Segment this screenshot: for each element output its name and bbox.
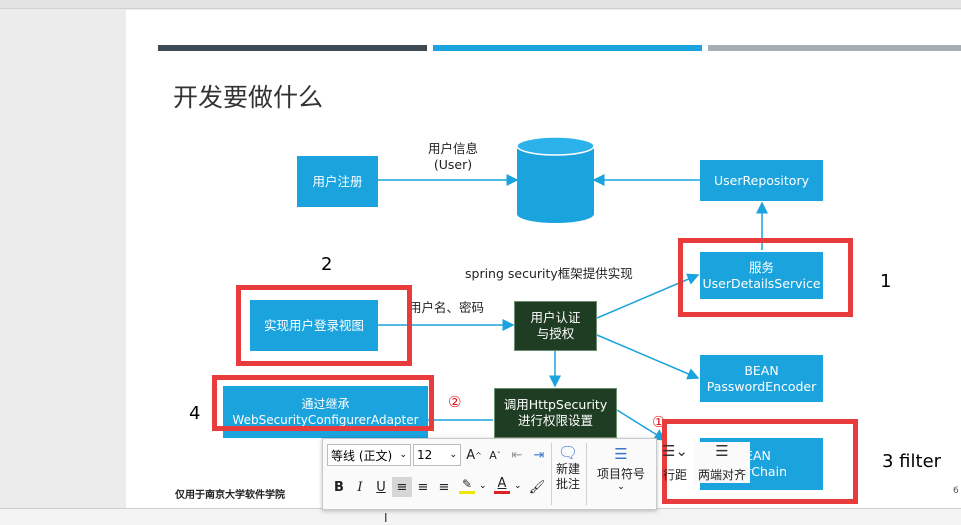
align-left-button[interactable]: ≡ [392, 477, 412, 497]
toolbar-divider [551, 443, 552, 505]
chevron-down-icon[interactable]: ⌄ [514, 481, 522, 491]
chevron-down-icon: ⌄ [399, 450, 407, 460]
chevron-down-icon: ⌄ [449, 450, 457, 460]
shrink-font-button[interactable]: Aˇ [485, 445, 505, 465]
database-icon [516, 136, 595, 223]
password-encoder-box[interactable]: BEAN PasswordEncoder [700, 355, 823, 402]
annotation-4: 4 [189, 403, 201, 424]
annotation-1: 1 [880, 271, 892, 292]
justify-button[interactable]: ☰ 两端对齐 [694, 442, 750, 483]
mini-format-toolbar: 等线 (正文) ⌄ 12 ⌄ A ^ Aˇ ⇤ ⇥ B I U ≡ ≡ ≡ ✎ ⌄… [322, 438, 657, 510]
comment-plus-icon: 🗨 [557, 443, 579, 462]
highlight-frame-service [678, 238, 853, 317]
font-name-dropdown[interactable]: 等线 (正文) ⌄ [327, 444, 411, 466]
user-repository-box[interactable]: UserRepository [700, 160, 823, 201]
http-security-box[interactable]: 调用HttpSecurity 进行权限设置 [494, 388, 617, 438]
bullet-list-icon: ☰ [614, 445, 628, 463]
page-number: 6 [953, 486, 959, 496]
decrease-indent-icon[interactable]: ⇤ [507, 445, 527, 465]
font-name-value: 等线 (正文) [331, 448, 393, 463]
user-register-box[interactable]: 用户注册 [297, 156, 378, 207]
align-center-button[interactable]: ≡ [413, 477, 433, 497]
toolbar-divider [586, 443, 587, 505]
chevron-down-icon[interactable]: ⌄ [479, 481, 487, 491]
font-size-value: 12 [417, 448, 433, 462]
line-spacing-icon: ☰⌄ [661, 442, 688, 460]
chevron-down-icon: ⌄ [617, 482, 625, 492]
slide-footer: 仅用于南京大学软件学院 [175, 490, 285, 501]
highlight-pen-icon[interactable]: ✎ [457, 475, 477, 495]
bullets-button[interactable]: ☰ 项目符号 ⌄ [593, 445, 649, 492]
increase-indent-icon[interactable]: ⇥ [529, 445, 549, 465]
font-color-button[interactable]: A [492, 475, 512, 495]
annotation-3-filter: 3 filter [882, 451, 942, 472]
auth-box[interactable]: 用户认证 与授权 [514, 301, 597, 351]
font-size-dropdown[interactable]: 12 ⌄ [413, 444, 461, 466]
new-comment-button[interactable]: 🗨 新建 批注 [553, 443, 583, 492]
highlight-frame-inherit [212, 375, 434, 431]
grow-font-button[interactable]: A ^ [464, 445, 484, 465]
line-spacing-button[interactable]: ☰⌄ 行距 [657, 442, 693, 483]
underline-button[interactable]: U [371, 477, 391, 497]
arrow-auth-to-encoder [596, 334, 700, 380]
spring-security-note: spring security框架提供实现 [465, 266, 633, 281]
annotation-2: 2 [321, 254, 333, 275]
bold-button[interactable]: B [329, 477, 349, 497]
username-password-label: 用户名、密码 [409, 300, 485, 315]
align-right-button[interactable]: ≡ [434, 477, 454, 497]
justify-icon: ☰ [715, 442, 729, 460]
highlight-frame-login [236, 285, 412, 366]
circle-2-label: ② [448, 393, 462, 411]
user-info-label: 用户信息 (User) [427, 141, 478, 172]
italic-button[interactable]: I [350, 477, 370, 497]
format-painter-icon[interactable]: 🖌 [527, 477, 547, 497]
